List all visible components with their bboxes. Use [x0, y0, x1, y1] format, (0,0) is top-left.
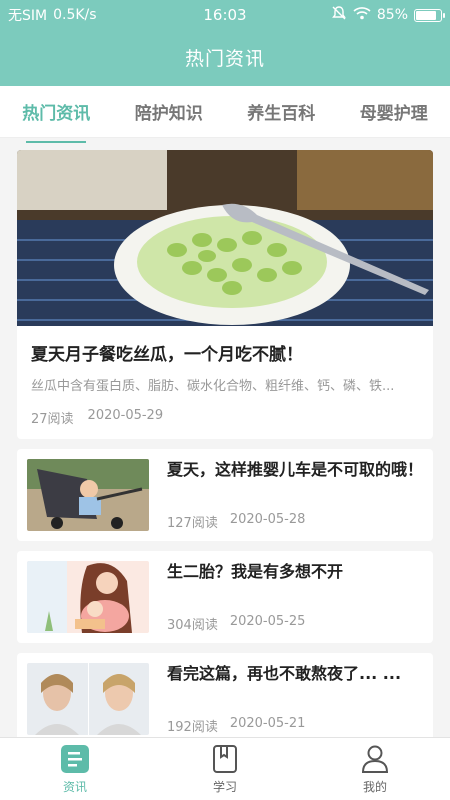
nav-news-label: 资讯: [62, 779, 87, 794]
user-icon: [361, 745, 389, 773]
clock: 16:03: [203, 6, 247, 24]
top-bar: 无SIM 0.5K/s 85% 16:03 热门资讯: [0, 0, 450, 86]
featured-article-summary: 丝瓜中含有蛋白质、脂肪、碳水化合物、粗纤维、钙、磷、铁...: [31, 379, 395, 394]
nav-study-label: 学习: [212, 779, 237, 794]
nav-profile[interactable]: 我的: [335, 744, 415, 795]
read-count: 27阅读: [31, 412, 74, 427]
nav-study[interactable]: 学习: [185, 744, 265, 795]
publish-date: 2020-05-25: [229, 614, 306, 629]
publish-date: 2020-05-21: [229, 716, 306, 731]
tab-hot-news[interactable]: 热门资讯: [18, 93, 94, 143]
read-count: 192阅读: [167, 720, 218, 735]
article-title: 夏天，这样推婴儿车是不可取的哦！: [167, 460, 424, 479]
bottom-navigation: 资讯 学习 我的: [0, 737, 450, 800]
article-title: 生二胎？我是有多想不开: [167, 562, 344, 581]
featured-article-title: 夏天月子餐吃丝瓜，一个月吃不腻！: [31, 345, 303, 365]
featured-article-card[interactable]: 夏天月子餐吃丝瓜，一个月吃不腻！ 丝瓜中含有蛋白质、脂肪、碳水化合物、粗纤维、钙…: [17, 150, 433, 439]
read-count: 127阅读: [167, 516, 218, 531]
stroller-thumbnail: [27, 459, 149, 531]
list-item[interactable]: 看完这篇，再也不敢熬夜了... ... 192阅读 2020-05-21: [17, 653, 433, 745]
read-count: 304阅读: [167, 618, 218, 633]
article-title: 看完这篇，再也不敢熬夜了... ...: [167, 664, 402, 683]
publish-date: 2020-05-28: [229, 512, 306, 527]
article-list: 夏天月子餐吃丝瓜，一个月吃不腻！ 丝瓜中含有蛋白质、脂肪、碳水化合物、粗纤维、钙…: [17, 150, 433, 755]
category-tabs: 热门资讯 陪护知识 养生百科 母婴护理: [0, 86, 450, 143]
tab-care-knowledge[interactable]: 陪护知识: [131, 93, 207, 130]
publish-date: 2020-05-29: [87, 408, 164, 423]
book-icon: [213, 744, 237, 773]
nav-news[interactable]: 资讯: [35, 744, 115, 795]
featured-article-image: [17, 150, 433, 326]
nav-profile-label: 我的: [362, 779, 387, 794]
mother-baby-thumbnail: [27, 561, 149, 633]
page-title: 热门资讯: [184, 48, 265, 70]
tab-mother-baby-care[interactable]: 母婴护理: [356, 93, 432, 130]
tab-health-encyclopedia[interactable]: 养生百科: [243, 93, 319, 130]
list-item[interactable]: 夏天，这样推婴儿车是不可取的哦！ 127阅读 2020-05-28: [17, 449, 433, 541]
faces-thumbnail: [27, 663, 149, 735]
list-item[interactable]: 生二胎？我是有多想不开 304阅读 2020-05-25: [17, 551, 433, 643]
news-icon: [61, 744, 89, 773]
